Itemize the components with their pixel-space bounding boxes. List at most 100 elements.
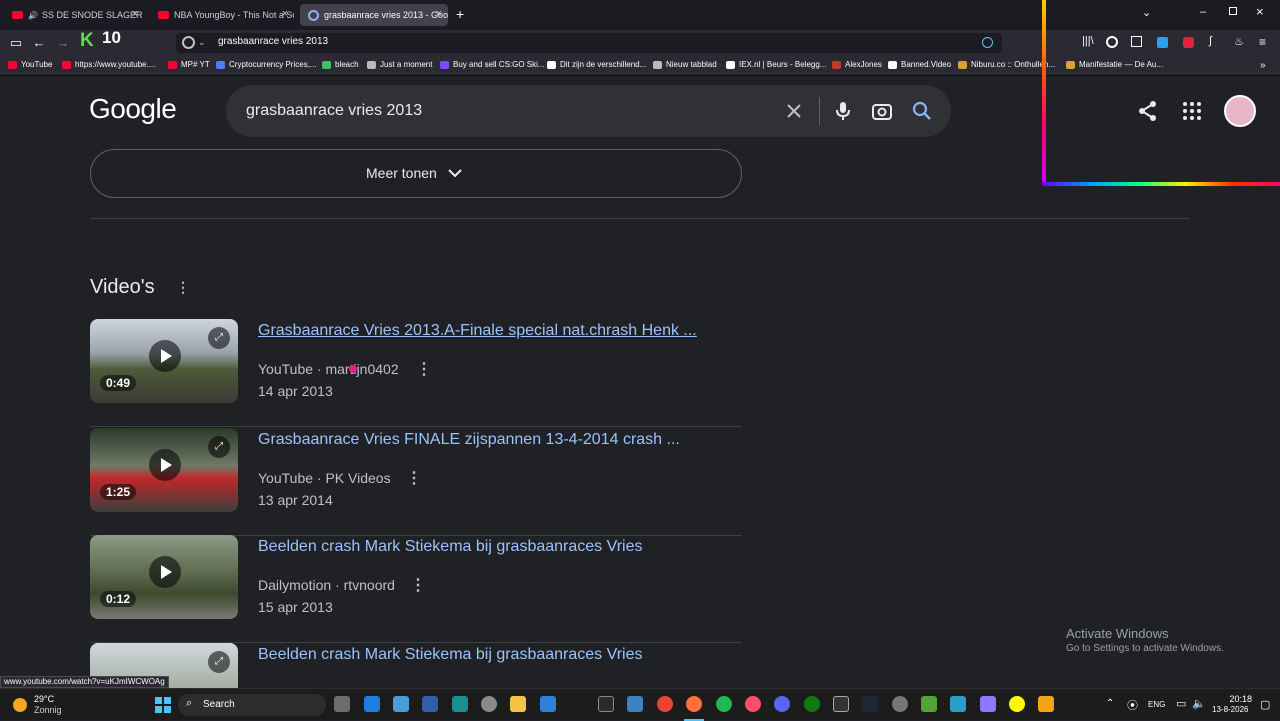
app-icon[interactable] — [980, 696, 996, 712]
play-icon[interactable] — [149, 449, 181, 481]
notifications-icon[interactable]: ▢ — [1260, 698, 1270, 711]
snapchat-icon[interactable] — [1009, 696, 1025, 712]
avatar[interactable] — [1224, 95, 1256, 127]
more-options-icon[interactable]: ⋮ — [416, 359, 432, 379]
network-icon[interactable]: ▭ — [1176, 697, 1186, 710]
file-explorer-icon[interactable] — [510, 696, 526, 712]
bookmark-item[interactable]: Manifestatie — De Au... — [1066, 60, 1163, 69]
video-title-link[interactable]: Grasbaanrace Vries 2013.A-Finale special… — [258, 322, 697, 340]
task-view-icon[interactable] — [334, 696, 350, 712]
bookmark-item[interactable]: Cryptocurrency Prices,... — [216, 60, 317, 69]
account-icon[interactable] — [1106, 36, 1118, 48]
xbox-icon[interactable] — [804, 696, 820, 712]
bookmark-item[interactable]: Buy and sell CS:GO Ski... — [440, 60, 545, 69]
more-options-icon[interactable]: ⋮ — [406, 468, 422, 488]
bookmark-item[interactable]: bleach — [322, 60, 359, 69]
taskbar-search[interactable] — [178, 694, 326, 716]
play-icon[interactable] — [149, 556, 181, 588]
video-thumbnail[interactable]: 0:12 — [90, 535, 238, 619]
video-title-link[interactable]: Beelden crash Mark Stiekema bij grasbaan… — [258, 538, 642, 556]
google-logo[interactable]: Google — [89, 93, 177, 125]
weather-sun-icon[interactable] — [13, 698, 27, 712]
app-icon[interactable] — [892, 696, 908, 712]
search-icon[interactable] — [910, 99, 934, 123]
forward-icon[interactable]: → — [54, 34, 72, 52]
expand-icon[interactable]: ⤢ — [208, 436, 230, 458]
close-icon[interactable]: × — [282, 8, 288, 20]
discord-icon[interactable] — [774, 696, 790, 712]
video-result[interactable]: ⤢ 1:25 Grasbaanrace Vries FINALE zijspan… — [90, 428, 742, 536]
music-icon[interactable] — [745, 696, 761, 712]
epic-games-icon[interactable] — [833, 696, 849, 712]
bookmark-item[interactable]: AlexJones — [832, 60, 882, 69]
sidebar-icon[interactable]: ▭ — [7, 34, 25, 52]
video-thumbnail[interactable]: ⤢ 1:25 — [90, 428, 238, 512]
maximize-icon[interactable] — [1229, 7, 1237, 15]
bookmark-item[interactable]: IEX.nl | Beurs - Belegg... — [726, 60, 826, 69]
microphone-icon[interactable]: ⦿ — [1127, 697, 1138, 713]
extension-icon[interactable] — [1157, 37, 1168, 48]
more-options-icon[interactable]: ⋮ — [176, 279, 190, 296]
extension-icon[interactable]: ♨ — [1234, 35, 1244, 48]
bookmark-item[interactable]: MP# YT — [168, 60, 210, 69]
settings-gear-icon[interactable] — [481, 696, 497, 712]
video-result[interactable]: ⤢ 0:49 Grasbaanrace Vries 2013.A-Finale … — [90, 319, 742, 427]
url-text[interactable]: grasbaanrace vries 2013 — [218, 36, 328, 47]
play-icon[interactable] — [149, 340, 181, 372]
tab-1[interactable]: NBA YoungBoy - This Not a Son × — [150, 4, 294, 26]
bookmark-item[interactable]: Niburu.co :: Onthullen... — [958, 60, 1055, 69]
share-icon[interactable] — [1138, 100, 1158, 122]
app-icon[interactable] — [921, 696, 937, 712]
microphone-icon[interactable] — [831, 99, 855, 123]
video-result[interactable]: 0:12 Beelden crash Mark Stiekema bij gra… — [90, 535, 742, 643]
tray-chevron-icon[interactable]: ⌃ — [1106, 698, 1114, 709]
tab-2[interactable]: grasbaanrace vries 2013 - Goog × — [300, 4, 448, 26]
app-icon[interactable] — [950, 696, 966, 712]
language-indicator[interactable]: ENG — [1148, 700, 1165, 709]
tab-0[interactable]: 🔊 SS DE SNODE SLAGER - Yo × — [4, 4, 144, 26]
tab-list-icon[interactable]: ⌄ — [1142, 6, 1151, 19]
expand-icon[interactable]: ⤢ — [208, 327, 230, 349]
firefox-icon[interactable] — [686, 696, 702, 712]
clock-time[interactable]: 20:18 — [1228, 694, 1252, 704]
new-tab-button[interactable]: + — [456, 6, 464, 22]
windows-start-icon[interactable] — [155, 697, 171, 713]
chevron-down-icon[interactable]: ⌄ — [198, 37, 206, 48]
terminal-icon[interactable] — [598, 696, 614, 712]
search-input[interactable]: grasbaanrace vries 2013 — [246, 102, 422, 120]
video-result[interactable]: ⤢ Beelden crash Mark Stiekema bij grasba… — [90, 643, 742, 688]
app-icon[interactable] — [452, 696, 468, 712]
bookmark-item[interactable]: https://www.youtube.... — [62, 60, 155, 69]
spotify-icon[interactable] — [716, 696, 732, 712]
window-close-icon[interactable]: × — [1256, 4, 1264, 19]
store-icon[interactable] — [540, 696, 556, 712]
clear-icon[interactable] — [782, 99, 806, 123]
calculator-icon[interactable] — [393, 696, 409, 712]
bookmark-item[interactable]: Nieuw tabblad — [653, 60, 717, 69]
translate-icon[interactable] — [982, 37, 993, 48]
bookmark-item[interactable]: Just a moment — [367, 60, 432, 69]
bookmark-item[interactable]: Dit zijn de verschillend... — [547, 60, 646, 69]
lens-camera-icon[interactable] — [870, 99, 894, 123]
video-thumbnail[interactable]: ⤢ 0:49 — [90, 319, 238, 403]
close-icon[interactable]: × — [132, 8, 138, 20]
close-icon[interactable]: × — [436, 8, 442, 20]
app-icon[interactable] — [422, 696, 438, 712]
volume-icon[interactable]: 🔈 — [1192, 697, 1206, 710]
bookmark-item[interactable]: Banned.Video — [888, 60, 951, 69]
steam-icon[interactable] — [862, 696, 878, 712]
expand-icon[interactable]: ⤢ — [208, 651, 230, 673]
video-title-link[interactable]: Beelden crash Mark Stiekema bij grasbaan… — [258, 646, 642, 664]
speaker-icon[interactable]: 🔊 — [28, 11, 38, 20]
chrome-icon[interactable] — [657, 696, 673, 712]
pen-icon[interactable]: ∫ — [1209, 35, 1212, 47]
minimize-icon[interactable]: – — [1200, 6, 1206, 18]
bookmark-item[interactable]: YouTube — [8, 60, 52, 69]
extension-icon[interactable] — [1183, 37, 1194, 48]
video-title-link[interactable]: Grasbaanrace Vries FINALE zijspannen 13-… — [258, 431, 680, 449]
edge-icon[interactable] — [364, 696, 380, 712]
photos-icon[interactable] — [627, 696, 643, 712]
menu-icon[interactable]: ≡ — [1259, 35, 1266, 49]
app-icon[interactable] — [1038, 696, 1054, 712]
extensions-icon[interactable] — [1131, 36, 1142, 47]
